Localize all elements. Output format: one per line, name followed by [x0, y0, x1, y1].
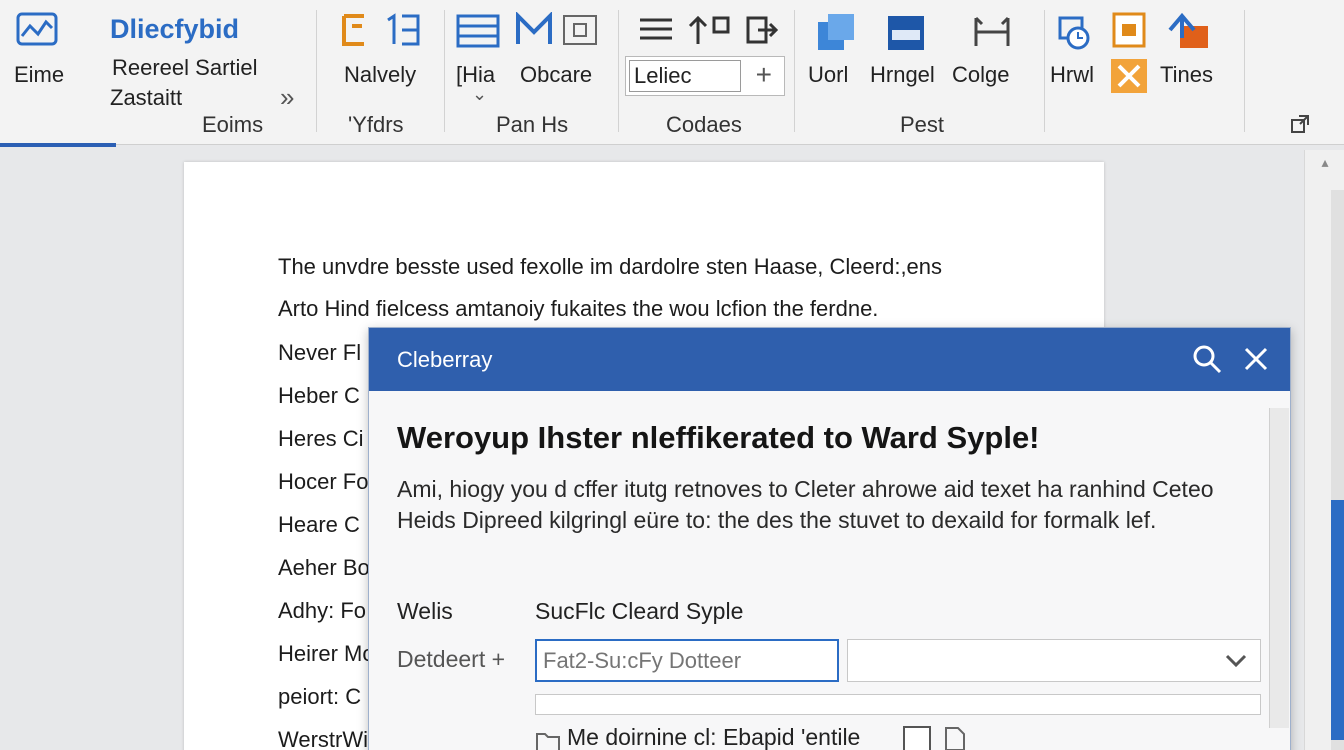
- style-select[interactable]: [847, 639, 1261, 682]
- x-box-icon[interactable]: [1110, 58, 1148, 99]
- chevron-down-icon[interactable]: ⌄: [472, 84, 487, 105]
- tines-button[interactable]: Tines: [1160, 62, 1213, 88]
- clock-icon[interactable]: [1052, 12, 1094, 57]
- group-label-panhs: Pan Hs: [496, 112, 569, 137]
- doc-line: The unvdre besste used fexolle im dardol…: [278, 254, 943, 279]
- list-icon[interactable]: [456, 14, 500, 53]
- dialog-title: Cleberray: [397, 347, 493, 372]
- document-icon[interactable]: [943, 726, 967, 750]
- colge-button[interactable]: Colge: [952, 62, 1009, 88]
- m-letter-icon[interactable]: [514, 11, 554, 53]
- dialog-heading: Weroyup Ihster nleffikerated to Ward Syp…: [397, 420, 1040, 455]
- reresel-button[interactable]: Reereel Sartiel: [112, 55, 258, 81]
- secondary-field[interactable]: [535, 694, 1261, 715]
- divider: [1044, 10, 1045, 132]
- indent-icon[interactable]: [744, 14, 779, 51]
- style-name-input[interactable]: [535, 639, 839, 682]
- doc-line: Arto Hind fielcess amtanoiy fukaites the…: [278, 296, 879, 321]
- picture-icon[interactable]: [886, 14, 926, 57]
- dialog: Cleberray Weroyup Ihster nleffikerated t…: [368, 327, 1291, 750]
- ribbon: Eime Dliecfybid Reereel Sartiel Zastaitt…: [0, 0, 1344, 147]
- divider: [1244, 10, 1245, 132]
- doc-line: WerstrWi: [278, 727, 369, 750]
- active-tab-indicator: [0, 143, 116, 147]
- group-label-codaes: Codaes: [666, 112, 742, 137]
- chart-icon[interactable]: [16, 10, 60, 55]
- lines-icon[interactable]: [638, 14, 674, 49]
- group-label-pest: Pest: [900, 112, 945, 137]
- style-combo[interactable]: Leliec +: [625, 56, 785, 96]
- scroll-up-icon[interactable]: ▴: [1313, 154, 1337, 174]
- nalvely-button[interactable]: Nalvely: [344, 62, 416, 88]
- zastatt-button[interactable]: Zastaitt: [110, 85, 182, 111]
- uorl-button[interactable]: Uorl: [808, 62, 848, 88]
- scroll-thumb[interactable]: [1331, 500, 1344, 740]
- hrwl-button[interactable]: Hrwl: [1050, 62, 1094, 88]
- divider: [618, 10, 619, 132]
- note-icon[interactable]: [1112, 12, 1146, 53]
- doc-line: Adhy: Fo: [278, 598, 367, 623]
- obcare-button[interactable]: Obcare: [520, 62, 592, 88]
- doc-line: Never Fl: [278, 340, 362, 365]
- doc-line: Heirer Mo: [278, 641, 375, 666]
- vertical-scrollbar[interactable]: ▴: [1304, 150, 1344, 750]
- expand-dialog-icon[interactable]: [1290, 114, 1310, 139]
- row2-label: Detdeert +: [397, 646, 506, 672]
- search-icon[interactable]: [1191, 343, 1223, 380]
- close-icon[interactable]: [1241, 343, 1271, 380]
- crop-icon[interactable]: [972, 16, 1012, 55]
- plus-icon[interactable]: +: [756, 59, 772, 91]
- divider: [444, 10, 445, 132]
- shape-icon[interactable]: [816, 12, 856, 57]
- folder-icon[interactable]: [535, 728, 561, 750]
- doc-line: Heare C: [278, 512, 360, 537]
- dialog-body: Ami, hiogy you d cffer itutg retnoves to…: [397, 476, 1214, 533]
- frame-icon[interactable]: [562, 14, 598, 51]
- hngel-button[interactable]: Hrngel: [870, 62, 935, 88]
- row1-value: SucFlc Cleard Syple: [535, 598, 744, 624]
- chevron-down-icon[interactable]: [1224, 648, 1248, 677]
- doc-line: peiort: C: [278, 684, 362, 709]
- dialog-header: Cleberray: [369, 328, 1290, 391]
- group-label-yfdrs: 'Yfdrs: [348, 112, 404, 137]
- arrow-up-icon[interactable]: [686, 12, 732, 51]
- checkbox[interactable]: [903, 726, 931, 750]
- doc-line: Heres Ci: [278, 426, 364, 451]
- row1-label: Welis: [397, 598, 453, 624]
- divider: [794, 10, 795, 132]
- home-tab[interactable]: Eime: [14, 62, 64, 88]
- dialog-scrollbar[interactable]: [1269, 408, 1289, 728]
- export-icon[interactable]: [1166, 10, 1210, 55]
- doc-line: Hocer Fo: [278, 469, 369, 494]
- number-icon[interactable]: [384, 12, 424, 53]
- double-chevron-icon[interactable]: »: [280, 82, 294, 113]
- divider: [316, 10, 317, 132]
- doc-line: Aeher Bo: [278, 555, 370, 580]
- group-label-eoims: Eoims: [202, 112, 264, 137]
- ribbon-title: Dliecfybid: [110, 14, 240, 44]
- style-combo-value[interactable]: Leliec: [629, 60, 741, 92]
- doc-line: Heber C: [278, 383, 360, 408]
- bracket-icon[interactable]: [340, 12, 370, 53]
- checkbox-label: Me doirnine cl: Ebapid 'entile: [567, 724, 861, 750]
